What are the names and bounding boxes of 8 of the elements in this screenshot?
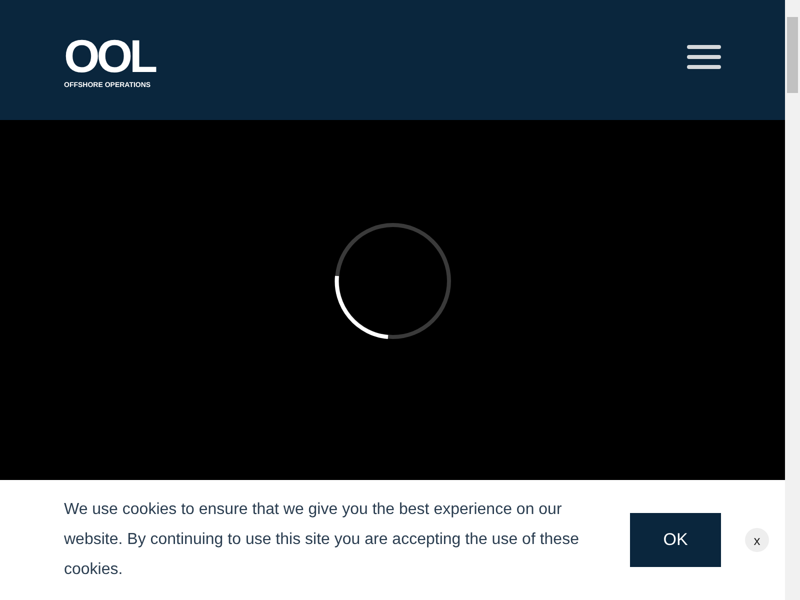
scrollbar[interactable] — [785, 0, 800, 600]
logo-mark[interactable]: OOL — [64, 33, 159, 79]
ok-button[interactable]: OK — [630, 513, 721, 567]
close-button[interactable]: x — [745, 528, 769, 552]
scrollbar-thumb[interactable] — [787, 17, 798, 93]
menu-icon[interactable] — [687, 45, 721, 69]
loading-spinner-icon — [334, 222, 452, 340]
cookie-message: We use cookies to ensure that we give you the best experience on our website. By continuing to use this site you are accepting the use of these cookies. — [64, 500, 580, 580]
